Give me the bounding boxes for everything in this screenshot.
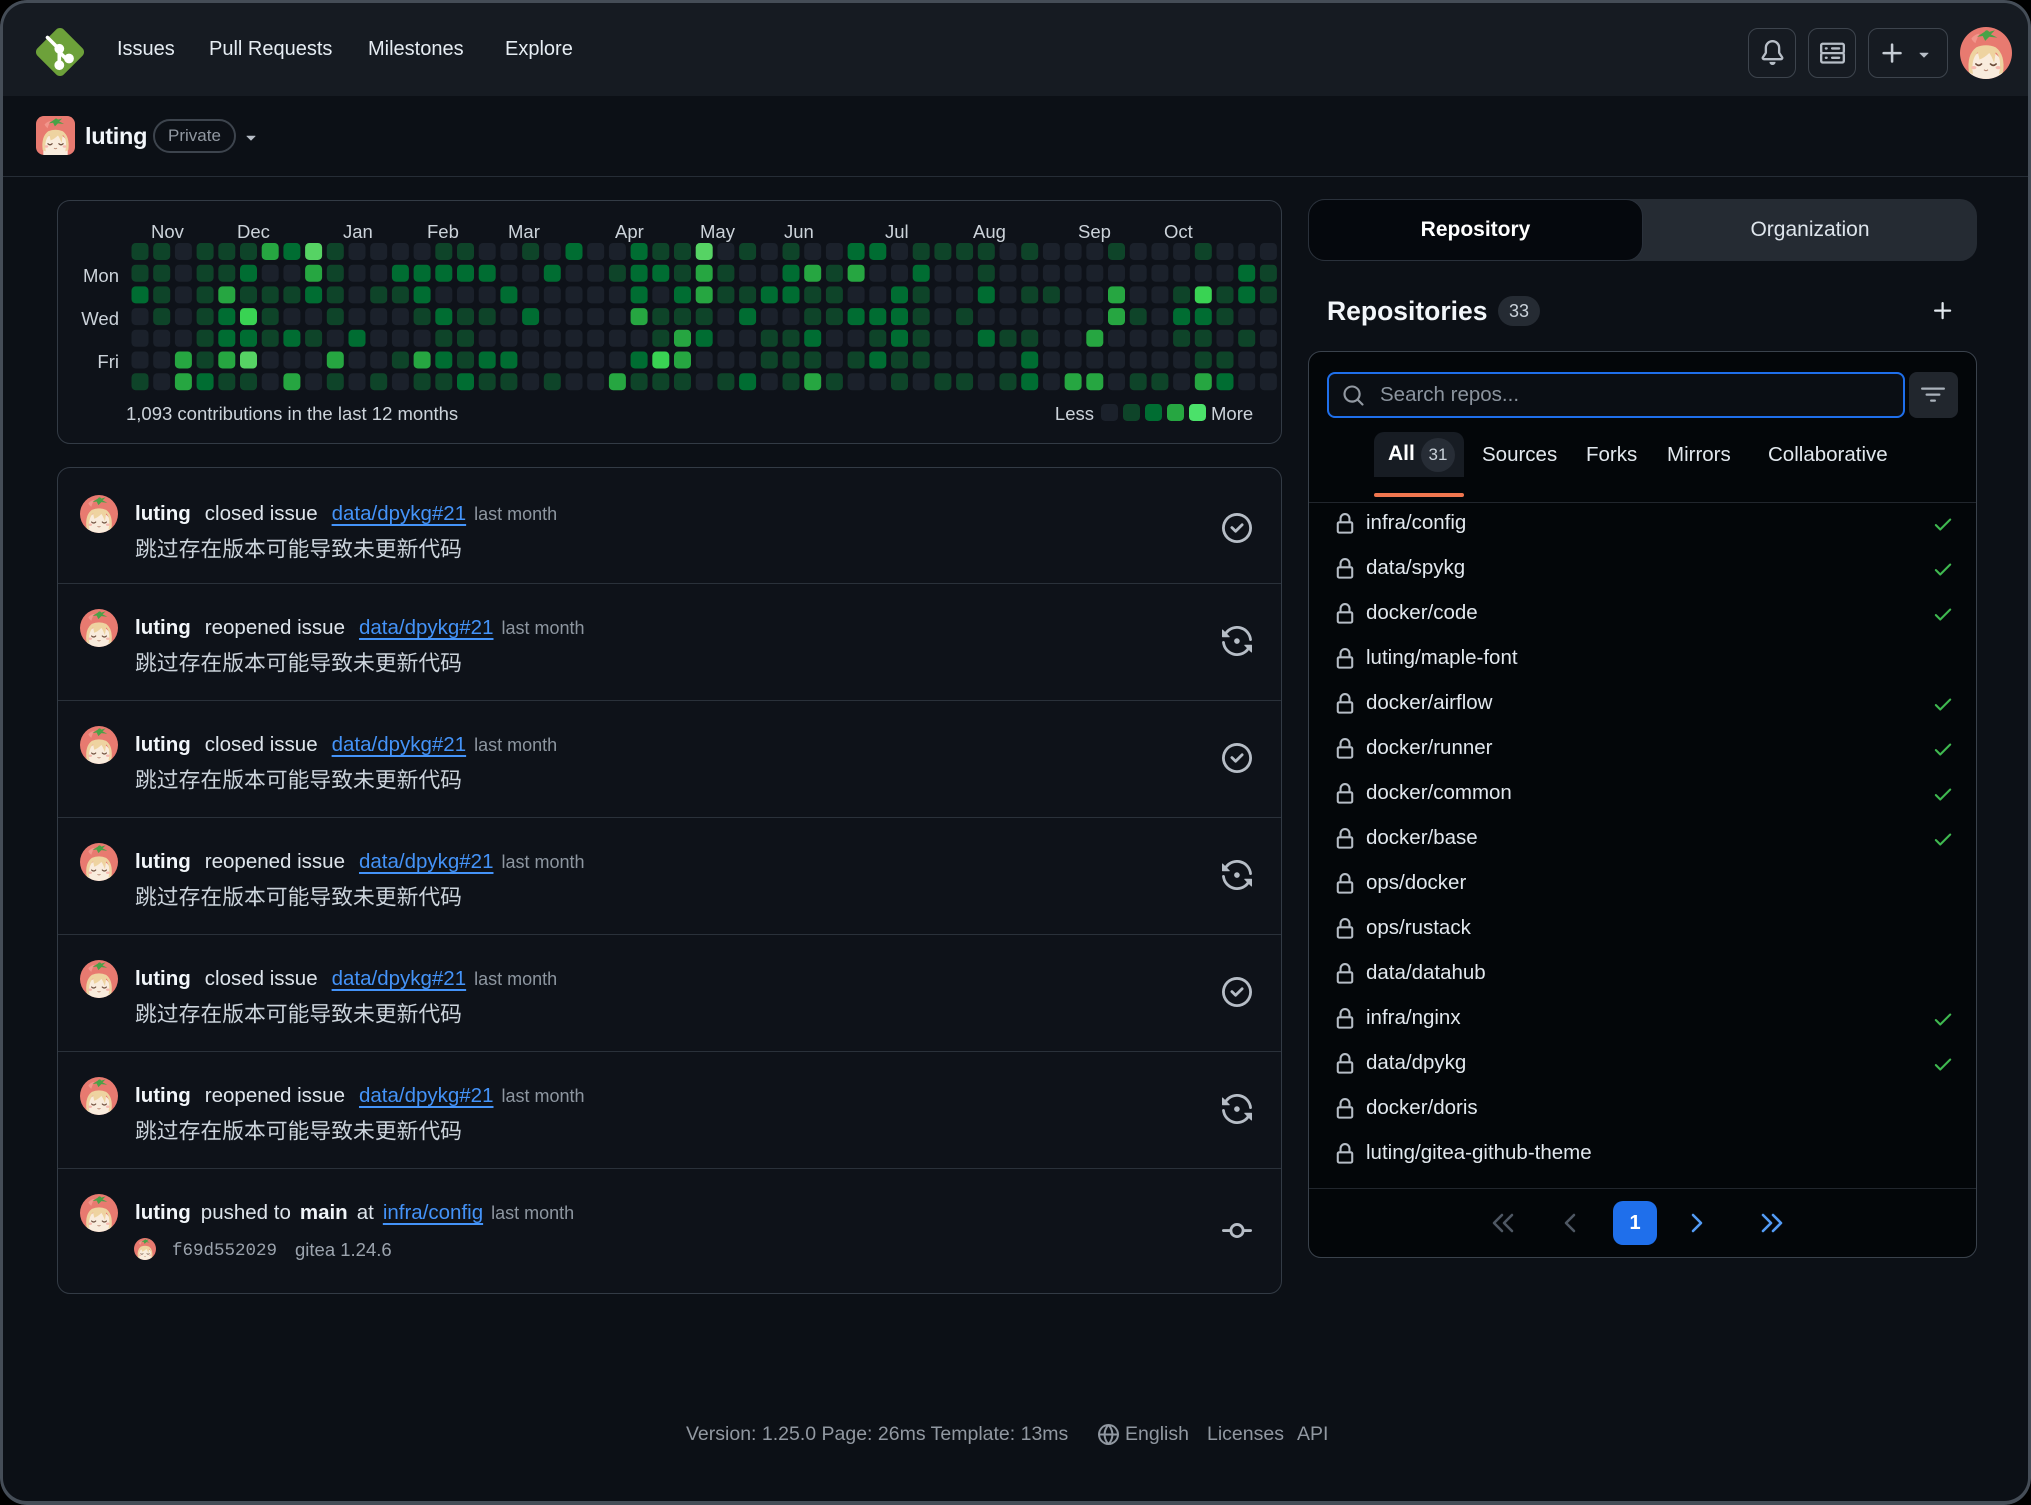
svg-text:Jul: Jul: [885, 221, 909, 242]
svg-text:Oct: Oct: [1164, 221, 1193, 242]
svg-text:Less: Less: [1055, 403, 1094, 424]
svg-text:Sep: Sep: [1078, 221, 1111, 242]
svg-text:Apr: Apr: [615, 221, 644, 242]
svg-text:1,093 contributions in the las: 1,093 contributions in the last 12 month…: [126, 403, 458, 424]
svg-text:Dec: Dec: [237, 221, 270, 242]
svg-text:Wed: Wed: [81, 308, 119, 329]
svg-text:More: More: [1211, 403, 1253, 424]
svg-text:Aug: Aug: [973, 221, 1006, 242]
svg-text:May: May: [700, 221, 736, 242]
svg-text:Jun: Jun: [784, 221, 814, 242]
svg-text:Jan: Jan: [343, 221, 373, 242]
svg-text:Nov: Nov: [151, 221, 185, 242]
svg-text:Fri: Fri: [97, 351, 119, 372]
svg-text:Mon: Mon: [83, 265, 119, 286]
svg-text:Feb: Feb: [427, 221, 459, 242]
svg-text:Mar: Mar: [508, 221, 540, 242]
